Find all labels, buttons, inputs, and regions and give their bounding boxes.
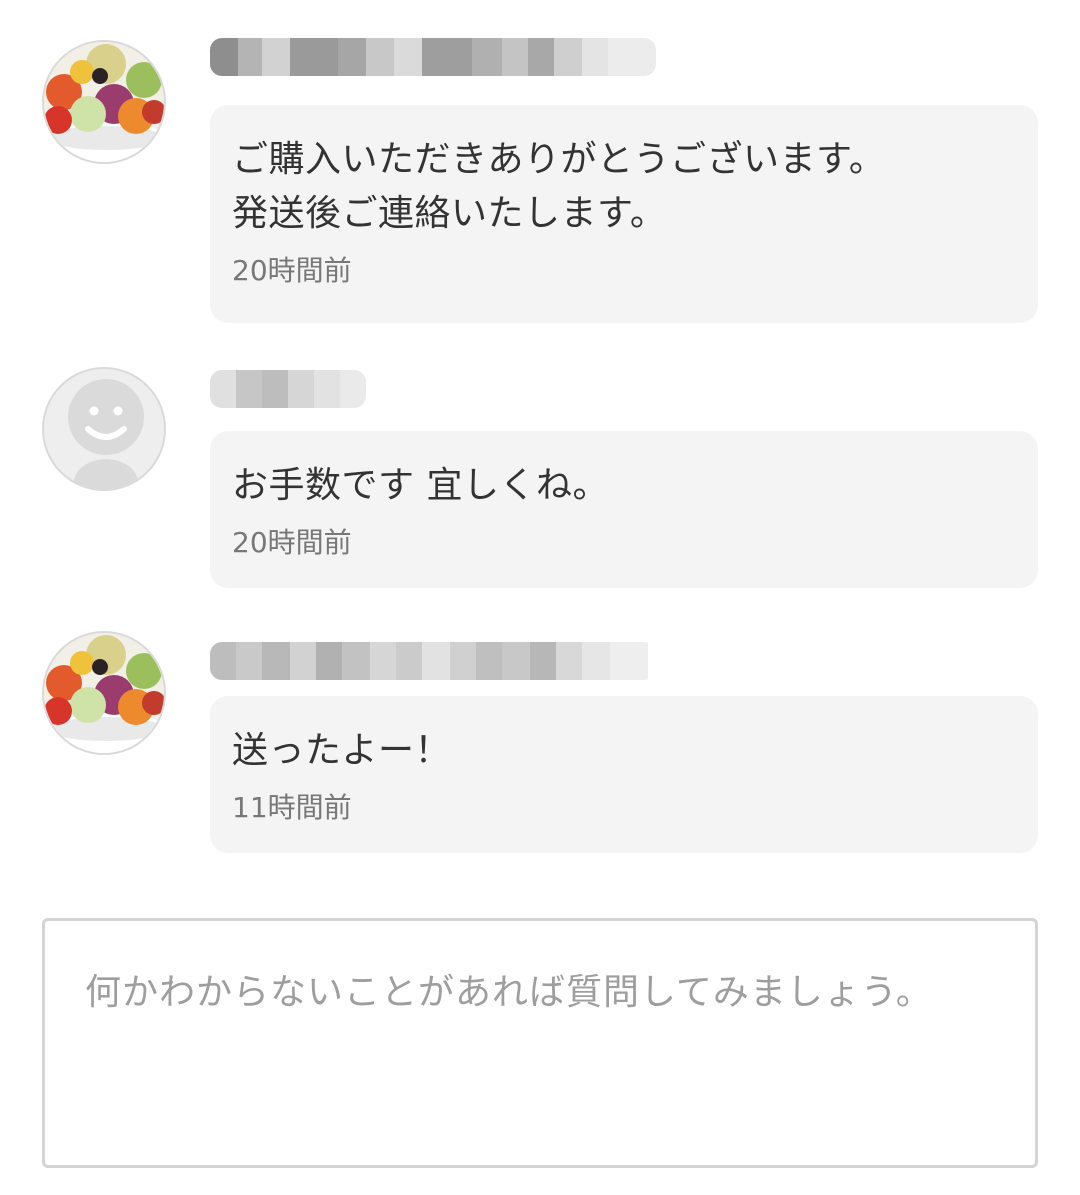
message-timestamp: 20時間前 [232,526,352,559]
comment-input-placeholder: 何かわからないことがあれば質問してみましょう。 [85,972,933,1013]
fruit-bowl-avatar-icon [44,42,164,162]
message-bubble: ご購入いただきありがとうございます。 発送後ご連絡いたします。 20時間前 [210,105,1038,323]
comment-input[interactable]: 何かわからないことがあれば質問してみましょう。 [42,918,1038,1168]
user-avatar[interactable] [42,367,166,491]
fruit-bowl-avatar-icon [44,633,164,753]
user-avatar[interactable] [42,40,166,164]
message-bubble: 送ったよー！ 11時間前 [210,696,1038,853]
user-avatar[interactable] [42,631,166,755]
message-text: お手数です 宜しくね。 [232,465,609,506]
sender-name-blurred [210,642,656,680]
default-user-icon [44,369,164,489]
sender-name-blurred [210,38,656,76]
message-timestamp: 11時間前 [232,791,352,824]
message-bubble: お手数です 宜しくね。 20時間前 [210,431,1038,588]
message-text: ご購入いただきありがとうございます。 発送後ご連絡いたします。 [232,139,886,234]
sender-name-blurred [210,370,366,408]
message-timestamp: 20時間前 [232,254,352,287]
message-text: 送ったよー！ [232,730,452,771]
